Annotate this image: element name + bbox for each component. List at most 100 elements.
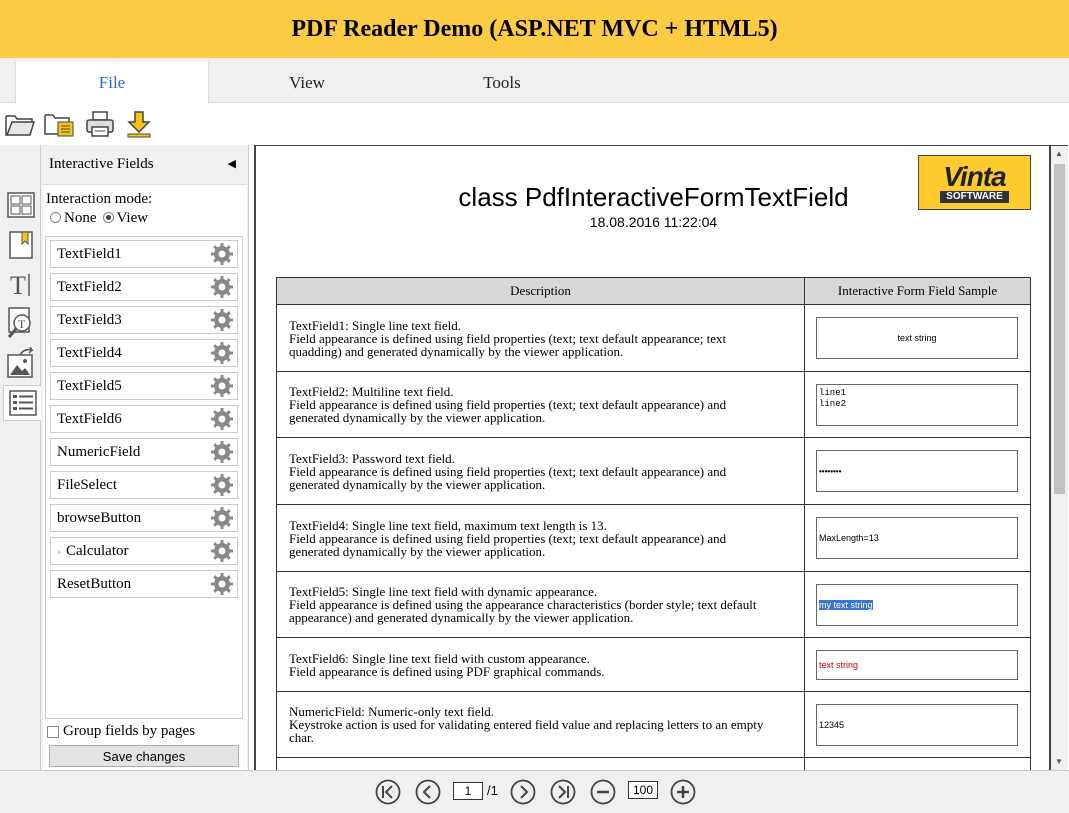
- textfield1-input[interactable]: text string: [816, 317, 1018, 359]
- document-viewport[interactable]: Vinta SOFTWARE class PdfInteractiveFormT…: [254, 145, 1068, 770]
- navigation-footer: 1 /1 100: [0, 770, 1069, 813]
- gear-icon[interactable]: [209, 571, 235, 597]
- interaction-mode-label: Interaction mode:: [46, 191, 153, 207]
- panel-title: Interactive Fields: [49, 155, 154, 172]
- document-date: 18.08.2016 11:22:04: [589, 214, 718, 230]
- list-item[interactable]: TextField4: [50, 339, 238, 367]
- gear-icon[interactable]: [209, 538, 235, 564]
- gear-icon[interactable]: [209, 274, 235, 300]
- field-label: TextField1: [57, 245, 122, 262]
- table-row: TextField1: Single line text field. Field…: [276, 304, 1031, 372]
- row-description: TextField4: Single line text field, maxi…: [276, 504, 805, 572]
- mode-view-radio[interactable]: View: [102, 210, 148, 227]
- panel-header: Interactive Fields: [41, 145, 249, 183]
- toolbar: [0, 104, 1069, 144]
- gear-icon[interactable]: [209, 439, 235, 465]
- table-row: [276, 757, 1031, 770]
- group-fields-checkbox[interactable]: Group fields by pages: [47, 723, 195, 740]
- open-recent-icon[interactable]: [42, 108, 76, 140]
- fields-table: Description Interactive Form Field Sampl…: [276, 277, 1031, 770]
- table-row: TextField6: Single line text field with …: [276, 637, 1031, 692]
- list-item[interactable]: TextField5: [50, 372, 238, 400]
- field-label: NumericField: [57, 443, 141, 460]
- row-description: TextField1: Single line text field. Field…: [276, 304, 805, 372]
- tab-file[interactable]: File: [15, 62, 209, 103]
- selected-text: my text string: [819, 599, 873, 610]
- scrollbar-thumb[interactable]: [1054, 164, 1065, 494]
- page-number-input[interactable]: 1: [453, 782, 483, 800]
- bookmarks-icon[interactable]: [3, 227, 39, 263]
- print-icon[interactable]: [83, 108, 117, 140]
- textfield5-input[interactable]: my text string: [816, 583, 1018, 626]
- column-header: Interactive Form Field Sample: [804, 277, 1031, 305]
- previous-page-icon[interactable]: [415, 779, 441, 805]
- zoom-in-icon[interactable]: [670, 779, 696, 805]
- save-changes-button[interactable]: Save changes: [49, 745, 239, 767]
- first-page-icon[interactable]: [375, 779, 401, 805]
- vertical-scrollbar[interactable]: ▲ ▼: [1051, 146, 1068, 770]
- list-item[interactable]: TextField2: [50, 273, 238, 301]
- field-label: FileSelect: [57, 476, 117, 493]
- document-title: class PdfInteractiveFormTextField: [458, 182, 849, 212]
- gear-icon[interactable]: [209, 307, 235, 333]
- chevron-right-icon[interactable]: ›: [57, 544, 61, 559]
- scroll-down-icon[interactable]: ▼: [1055, 757, 1063, 766]
- thumbnails-icon[interactable]: [3, 187, 39, 223]
- download-icon[interactable]: [122, 108, 156, 140]
- numericfield-input[interactable]: 12345: [816, 703, 1018, 746]
- list-item[interactable]: browseButton: [50, 504, 238, 532]
- zoom-input[interactable]: 100: [628, 781, 658, 799]
- field-label: TextField2: [57, 278, 122, 295]
- tab-view[interactable]: View: [210, 62, 404, 103]
- field-label: TextField4: [57, 344, 122, 361]
- list-item[interactable]: FileSelect: [50, 471, 238, 499]
- field-label: TextField5: [57, 377, 122, 394]
- table-header-row: Description Interactive Form Field Sampl…: [276, 277, 1031, 305]
- gear-icon[interactable]: [209, 406, 235, 432]
- app-header: PDF Reader Demo (ASP.NET MVC + HTML5): [0, 0, 1069, 58]
- list-item[interactable]: TextField6: [50, 405, 238, 433]
- list-item[interactable]: TextField1: [50, 240, 238, 268]
- textfield4-input[interactable]: MaxLength=13: [816, 517, 1018, 559]
- field-label: ResetButton: [57, 575, 132, 592]
- gear-icon[interactable]: [209, 373, 235, 399]
- text-search-icon[interactable]: T: [3, 305, 39, 341]
- tab-tools[interactable]: Tools: [405, 62, 599, 103]
- textfield6-input[interactable]: text string: [816, 649, 1018, 680]
- interaction-mode-options: None View: [50, 210, 148, 227]
- image-extract-icon[interactable]: [3, 345, 39, 381]
- page-total: /1: [487, 783, 498, 798]
- table-row: TextField3: Password text field. Field ap…: [276, 437, 1031, 505]
- column-header: Description: [276, 277, 805, 305]
- open-folder-icon[interactable]: [3, 108, 37, 140]
- list-item-expandable[interactable]: › Calculator: [50, 537, 238, 565]
- row-description: TextField2: Multiline text field. Field a…: [276, 371, 805, 438]
- textfield2-textarea[interactable]: line1 line2: [816, 383, 1018, 426]
- interactive-fields-panel: Interactive Fields ◀ Interaction mode: N…: [41, 145, 249, 770]
- collapse-panel-icon[interactable]: ◀: [228, 157, 236, 170]
- app-title: PDF Reader Demo (ASP.NET MVC + HTML5): [291, 15, 778, 42]
- field-label: browseButton: [57, 509, 142, 526]
- text-icon[interactable]: T: [3, 267, 39, 303]
- next-page-icon[interactable]: [510, 779, 536, 805]
- gear-icon[interactable]: [209, 505, 235, 531]
- panel-body: Interaction mode: None View TextField1 T…: [43, 184, 247, 770]
- scroll-up-icon[interactable]: ▲: [1055, 149, 1063, 158]
- last-page-icon[interactable]: [550, 779, 576, 805]
- svg-text:T: T: [10, 271, 26, 300]
- field-list: TextField1 TextField2 TextField3 TextFie…: [45, 236, 243, 719]
- field-label: Calculator: [66, 542, 129, 559]
- tab-bar: File View Tools: [0, 58, 1069, 103]
- list-item[interactable]: ResetButton: [50, 570, 238, 598]
- interactive-fields-icon[interactable]: [3, 385, 42, 421]
- list-item[interactable]: TextField3: [50, 306, 238, 334]
- gear-icon[interactable]: [209, 340, 235, 366]
- gear-icon[interactable]: [209, 241, 235, 267]
- mode-none-radio[interactable]: None: [50, 210, 97, 227]
- row-description: TextField3: Password text field. Field ap…: [276, 437, 805, 505]
- list-item[interactable]: NumericField: [50, 438, 238, 466]
- zoom-out-icon[interactable]: [590, 779, 616, 805]
- gear-icon[interactable]: [209, 472, 235, 498]
- field-label: TextField3: [57, 311, 122, 328]
- textfield3-password-input[interactable]: ••••••••: [816, 450, 1018, 492]
